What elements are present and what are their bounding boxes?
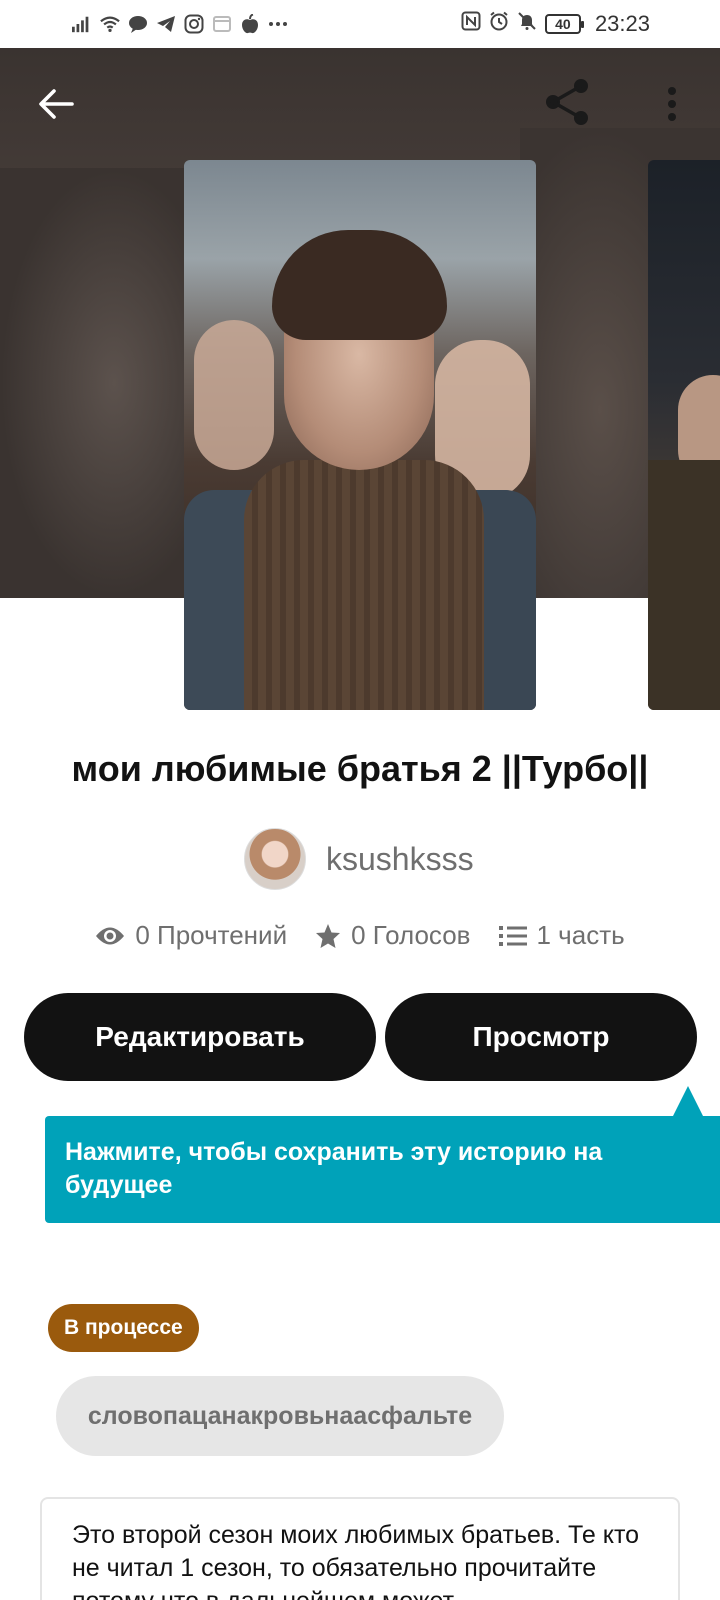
story-details-screen: 40 23:23 мои любимые братья 2 ||Турбо|| …: [0, 0, 720, 1600]
share-icon: [543, 77, 593, 132]
battery-icon: 40: [544, 14, 584, 34]
more-dots-icon: [268, 14, 288, 34]
status-left-icons: [72, 14, 288, 34]
status-badge: В процессе: [48, 1304, 199, 1352]
back-button[interactable]: [28, 78, 84, 134]
signal-icon: [72, 14, 92, 34]
top-app-bar: [0, 48, 720, 158]
chat-icon: [128, 14, 148, 34]
more-options-button[interactable]: [648, 78, 696, 134]
status-right-icons: 40 23:23: [461, 11, 650, 37]
alarm-icon: [489, 11, 509, 37]
reads-count: 0 Прочтений: [135, 920, 288, 950]
star-icon: [315, 923, 341, 949]
story-stats: 0 Прочтений 0 Голосов 1 часть: [0, 920, 720, 951]
tooltip-arrow: [672, 1086, 704, 1118]
author-name[interactable]: ksushksss: [326, 841, 474, 878]
wifi-icon: [100, 14, 120, 34]
author-row[interactable]: ksushksss: [244, 828, 474, 890]
parts-stat: 1 часть: [498, 920, 625, 951]
apple-icon: [240, 14, 260, 34]
arrow-left-icon: [38, 88, 74, 125]
gallery-icon: [212, 14, 232, 34]
save-story-tooltip[interactable]: Нажмите, чтобы сохранить эту историю на …: [45, 1116, 720, 1223]
votes-count: 0 Голосов: [351, 920, 471, 950]
status-bar: 40 23:23: [0, 0, 720, 48]
author-avatar[interactable]: [244, 828, 306, 890]
reads-stat: 0 Прочтений: [95, 920, 287, 951]
share-button[interactable]: [538, 74, 598, 134]
edit-button[interactable]: Редактировать: [24, 993, 376, 1081]
battery-level: 40: [555, 16, 571, 32]
parts-count[interactable]: 1 часть: [537, 920, 625, 951]
vertical-dots-icon: [667, 86, 677, 127]
story-tag[interactable]: словопацанакровьнаасфальте: [56, 1376, 504, 1456]
status-time: 23:23: [594, 11, 650, 36]
votes-stat: 0 Голосов: [315, 920, 471, 951]
list-icon: [498, 925, 527, 947]
mute-icon: [517, 11, 537, 37]
instagram-icon: [184, 14, 204, 34]
preview-button[interactable]: Просмотр: [385, 993, 697, 1081]
story-cover-image[interactable]: [184, 160, 536, 710]
eye-icon: [95, 925, 125, 947]
nfc-icon: [461, 11, 481, 37]
story-title: мои любимые братья 2 ||Турбо||: [71, 748, 649, 789]
story-description: Это второй сезон моих любимых братьев. Т…: [40, 1497, 680, 1600]
next-story-cover[interactable]: [648, 160, 720, 710]
telegram-icon: [156, 14, 176, 34]
